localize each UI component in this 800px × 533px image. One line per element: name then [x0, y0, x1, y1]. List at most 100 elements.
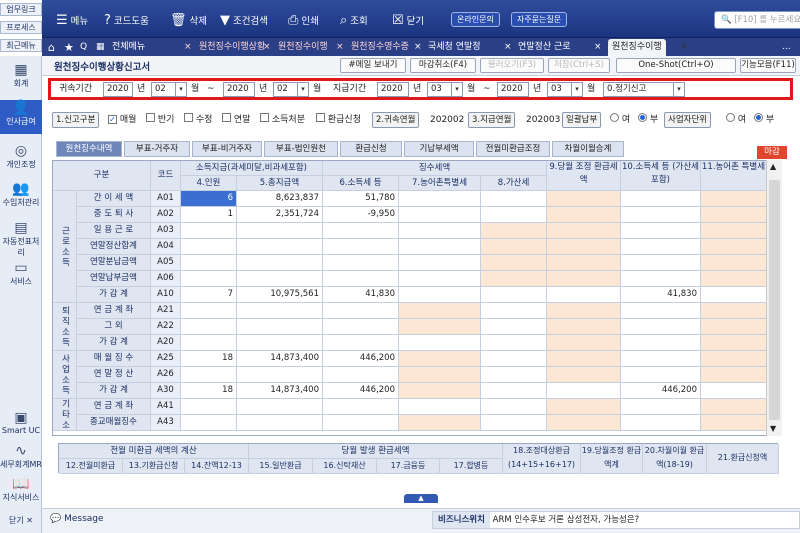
send-mail-button[interactable]: #메일 보내기	[340, 58, 406, 73]
cell-tax-paid[interactable]	[621, 191, 701, 207]
cell-rural-paid[interactable]	[701, 367, 767, 383]
cell-tax-paid[interactable]	[621, 367, 701, 383]
report-type-select[interactable]: 0.정기신고 ▾	[603, 82, 685, 97]
tab-close-icon[interactable]: ×	[184, 39, 192, 56]
cell-penalty[interactable]	[481, 351, 547, 367]
cell-tax-paid[interactable]	[621, 271, 701, 287]
subtab-refund[interactable]: 환급신청	[340, 141, 402, 157]
sidebar-item-smart-uc[interactable]: ▣ Smart UC	[0, 410, 42, 440]
tab-year-end-labor[interactable]: 연말정산 근로	[518, 39, 571, 56]
cell-total-pay[interactable]: 8,623,837	[237, 191, 323, 207]
cell-rural-tax[interactable]	[399, 303, 481, 319]
cell-penalty[interactable]	[481, 207, 547, 223]
cell-total-pay[interactable]	[237, 335, 323, 351]
cell-penalty[interactable]	[481, 319, 547, 335]
print-button[interactable]: ⎙ 인쇄	[288, 9, 319, 31]
tab-close-icon[interactable]: ×	[504, 39, 512, 56]
cell-people[interactable]	[181, 303, 237, 319]
cell-rural-tax[interactable]	[399, 335, 481, 351]
unit-no-radio[interactable]: 부	[754, 112, 774, 128]
cell-rural-tax[interactable]	[399, 191, 481, 207]
cell-month-adjust[interactable]	[547, 287, 621, 303]
cell-rural-paid[interactable]	[701, 271, 767, 287]
menu-search-input[interactable]: 🔍 [F10] 를 누르세요	[714, 11, 800, 29]
half-checkbox[interactable]: 반기	[146, 112, 174, 128]
sidebar-item-knowledge[interactable]: 📖 지식서비스	[0, 476, 42, 506]
scrollbar-thumb[interactable]	[769, 180, 780, 420]
cell-penalty[interactable]	[481, 255, 547, 271]
cell-rural-paid[interactable]	[701, 287, 767, 303]
cell-rural-tax[interactable]	[399, 271, 481, 287]
cell-total-pay[interactable]	[237, 255, 323, 271]
condition-search-button[interactable]: ▼ 조건검색	[220, 9, 268, 31]
cell-rural-paid[interactable]	[701, 335, 767, 351]
cell-total-pay[interactable]: 14,873,400	[237, 351, 323, 367]
subtab-prev-refund[interactable]: 전월미환급조정	[476, 141, 550, 157]
menu-button[interactable]: ☰ 메뉴	[56, 9, 88, 31]
cell-tax-paid[interactable]	[621, 399, 701, 415]
cell-people[interactable]	[181, 271, 237, 287]
cell-rural-paid[interactable]	[701, 239, 767, 255]
quick-tab-links[interactable]: 업무링크	[0, 3, 42, 16]
chevron-down-icon[interactable]: ▾	[571, 83, 582, 96]
cell-month-adjust[interactable]	[547, 223, 621, 239]
cell-people[interactable]	[181, 399, 237, 415]
subtab-resident[interactable]: 부표-거주자	[124, 141, 190, 157]
chevron-down-icon[interactable]: ▾	[451, 83, 462, 96]
star-icon[interactable]: ★	[64, 39, 74, 56]
load-button[interactable]: 불러오기(F3)	[480, 58, 544, 73]
tab-withholding-perform[interactable]: 원천징수이행	[278, 39, 328, 56]
tab-all-menu[interactable]: 전체메뉴	[112, 39, 145, 56]
cell-penalty[interactable]	[481, 239, 547, 255]
cell-income-tax[interactable]	[323, 271, 399, 287]
one-shot-button[interactable]: One-Shot(Ctrl+O)	[616, 58, 736, 73]
income-disposal-checkbox[interactable]: 소득처분	[260, 112, 305, 128]
cell-total-pay[interactable]	[237, 367, 323, 383]
online-inquiry-button[interactable]: 온라인문의	[451, 12, 500, 27]
cell-rural-paid[interactable]	[701, 399, 767, 415]
chevron-down-icon[interactable]: ▾	[673, 83, 684, 96]
tab-withholding-receipt[interactable]: 원천징수영수증	[351, 39, 409, 56]
cell-people[interactable]	[181, 223, 237, 239]
cell-income-tax[interactable]	[323, 255, 399, 271]
cell-people[interactable]: 1	[181, 207, 237, 223]
cell-penalty[interactable]	[481, 415, 547, 431]
lookup-button[interactable]: ⌕ 조회	[340, 9, 368, 31]
cell-income-tax[interactable]	[323, 223, 399, 239]
cell-tax-paid[interactable]	[621, 319, 701, 335]
cell-rural-paid[interactable]	[701, 303, 767, 319]
cell-tax-paid[interactable]: 41,830	[621, 287, 701, 303]
cancel-close-button[interactable]: 마감취소(F4)	[410, 58, 476, 73]
cell-people[interactable]	[181, 319, 237, 335]
cell-total-pay[interactable]	[237, 415, 323, 431]
cell-tax-paid[interactable]	[621, 207, 701, 223]
tab-nts-year-end[interactable]: 국세청 연말정	[428, 39, 481, 56]
tab-close-icon[interactable]: ×	[414, 39, 422, 56]
lump-yes-radio[interactable]: 여	[610, 112, 630, 128]
cell-month-adjust[interactable]	[547, 303, 621, 319]
cell-month-adjust[interactable]	[547, 239, 621, 255]
cell-income-tax[interactable]	[323, 367, 399, 383]
cell-tax-paid[interactable]	[621, 223, 701, 239]
function-collection-button[interactable]: 기능모음(F11)	[740, 58, 796, 73]
belong-year-from[interactable]: 2020	[103, 82, 133, 97]
code-help-button[interactable]: ? 코드도움	[104, 9, 149, 31]
subtab-nonresident[interactable]: 부표-비거주자	[192, 141, 262, 157]
cell-month-adjust[interactable]	[547, 255, 621, 271]
save-button[interactable]: 저장(Ctrl+S)	[548, 58, 610, 73]
cell-income-tax[interactable]: -9,950	[323, 207, 399, 223]
cell-total-pay[interactable]	[237, 303, 323, 319]
cell-tax-paid[interactable]	[621, 239, 701, 255]
tab-close-icon[interactable]: ×	[680, 39, 688, 56]
cell-people[interactable]	[181, 255, 237, 271]
vertical-scrollbar[interactable]: ▲ ▼	[766, 160, 782, 436]
tab-close-icon[interactable]: ×	[263, 39, 271, 56]
cell-income-tax[interactable]	[323, 303, 399, 319]
cell-people[interactable]: 7	[181, 287, 237, 303]
refund-apply-checkbox[interactable]: 환급신청	[316, 112, 361, 128]
attribution-month-button[interactable]: 2.귀속연월	[372, 112, 420, 128]
cell-income-tax[interactable]	[323, 399, 399, 415]
amend-checkbox[interactable]: 수정	[184, 112, 212, 128]
cell-penalty[interactable]	[481, 335, 547, 351]
cell-rural-tax[interactable]	[399, 207, 481, 223]
